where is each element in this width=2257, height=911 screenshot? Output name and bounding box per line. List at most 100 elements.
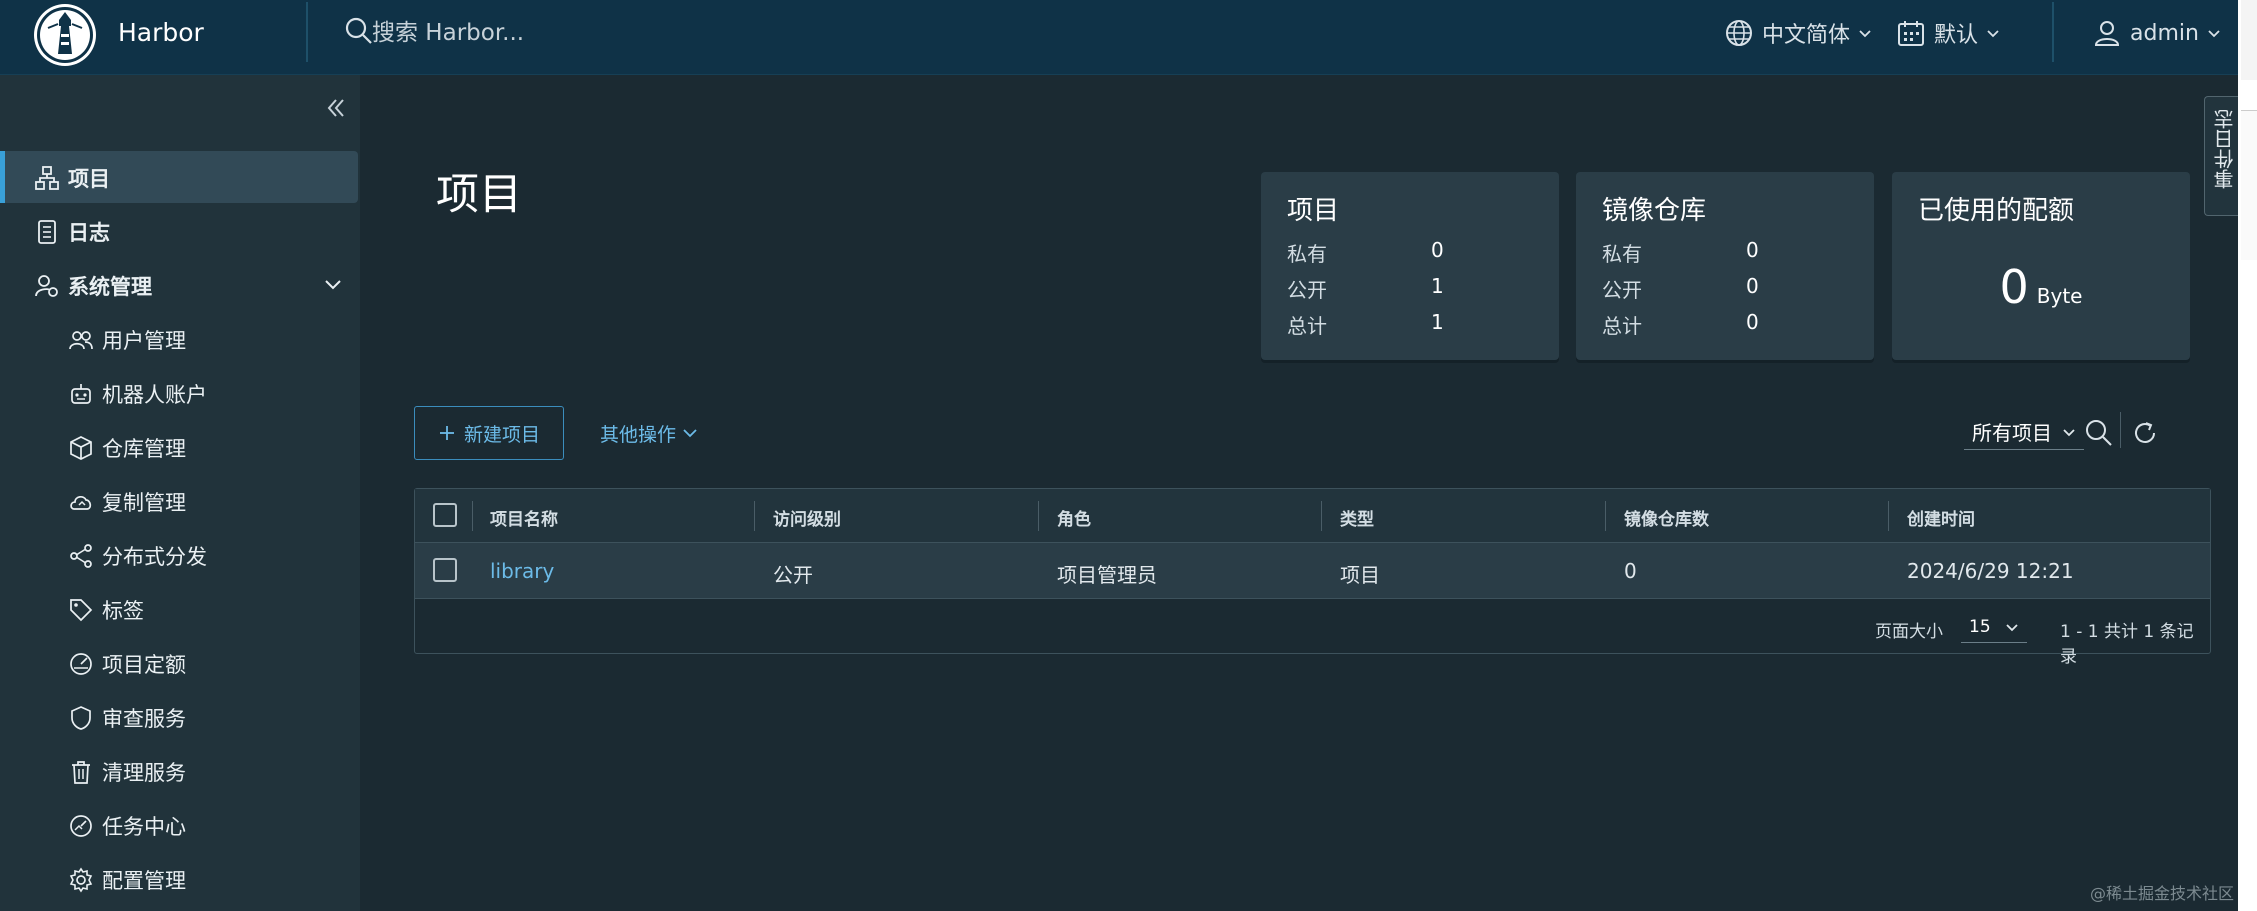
plus-icon [439, 426, 454, 440]
sidebar-item-label: 系统管理 [68, 275, 152, 299]
users-icon [69, 331, 93, 350]
search-icon[interactable] [2084, 418, 2114, 448]
card-title: 已使用的配额 [1918, 196, 2075, 226]
projects-summary-card: 项目 私有 0 公开 1 总计 1 [1261, 172, 1559, 360]
column-divider [1321, 501, 1322, 531]
event-log-tab[interactable]: 事件日志 [2204, 96, 2238, 216]
creation-time: 2024/6/29 12:21 [1907, 559, 2074, 583]
search-icon[interactable] [344, 16, 374, 46]
username-label: admin [2130, 20, 2199, 46]
sidebar-item-robot-accounts[interactable]: 机器人账户 [0, 367, 360, 419]
table-footer: 页面大小 15 1 - 1 共计 1 条记录 [415, 601, 2210, 668]
column-header-role[interactable]: 角色 [1057, 505, 1091, 530]
user-menu[interactable]: admin [2092, 14, 2221, 52]
theme-selector[interactable]: 默认 [1896, 14, 2000, 52]
column-header-access[interactable]: 访问级别 [773, 505, 841, 530]
column-header-type[interactable]: 类型 [1340, 505, 1374, 530]
repositories-summary-card: 镜像仓库 私有 0 公开 0 总计 0 [1576, 172, 1874, 360]
chevron-down-icon [1859, 30, 1871, 38]
sidebar-item-users[interactable]: 用户管理 [0, 313, 360, 365]
sidebar-item-quotas[interactable]: 项目定额 [0, 637, 360, 689]
public-label: 公开 [1287, 278, 1327, 302]
card-title: 镜像仓库 [1602, 196, 1707, 226]
sidebar-item-replications[interactable]: 复制管理 [0, 475, 360, 527]
sidebar-item-label: 复制管理 [102, 491, 186, 515]
projects-table: 项目名称 访问级别 角色 类型 镜像仓库数 创建时间 library 公开 项目… [414, 488, 2211, 668]
column-header-repo-count[interactable]: 镜像仓库数 [1624, 505, 1709, 530]
sidebar-item-label: 清理服务 [102, 761, 186, 785]
brand-name[interactable]: Harbor [118, 18, 204, 47]
share-icon [70, 544, 92, 568]
access-level: 公开 [773, 563, 813, 587]
calendar-icon [1898, 21, 1924, 46]
quota-summary-card: 已使用的配额 0 Byte [1892, 172, 2190, 360]
quota-value: 0 [1999, 260, 2029, 314]
repo-count: 0 [1624, 559, 1637, 583]
registry-icon [70, 436, 92, 460]
dashboard-icon [70, 815, 92, 837]
logs-icon [38, 220, 56, 244]
quota-icon [70, 653, 92, 675]
harbor-logo-icon[interactable] [34, 4, 96, 66]
page-size-value: 15 [1969, 616, 1991, 637]
column-header-name[interactable]: 项目名称 [490, 505, 558, 530]
sidebar-item-label: 项目 [68, 167, 110, 191]
gear-icon [69, 867, 93, 893]
sidebar-item-distribution[interactable]: 分布式分发 [0, 529, 360, 581]
sidebar-item-projects[interactable]: 项目 [0, 151, 358, 203]
chevron-down-icon [325, 280, 341, 290]
theme-label: 默认 [1934, 23, 1979, 48]
row-checkbox[interactable] [433, 558, 457, 582]
column-divider [1038, 501, 1039, 531]
project-name-link[interactable]: library [490, 559, 554, 583]
new-project-label: 新建项目 [463, 423, 540, 446]
admin-icon [35, 275, 58, 297]
private-label: 私有 [1602, 242, 1642, 266]
sidebar-item-label: 审查服务 [102, 707, 186, 731]
public-count: 0 [1746, 274, 1759, 298]
new-project-button[interactable]: 新建项目 [414, 406, 564, 460]
sidebar-item-logs[interactable]: 日志 [0, 205, 360, 257]
shield-icon [71, 706, 91, 730]
type: 项目 [1340, 563, 1380, 587]
total-label: 总计 [1287, 314, 1327, 338]
total-label: 总计 [1602, 314, 1642, 338]
tag-icon [70, 599, 93, 622]
sidebar-item-job-service[interactable]: 任务中心 [0, 799, 360, 851]
top-header: Harbor 中文简体 [0, 0, 2238, 75]
sidebar-item-system-admin[interactable]: 系统管理 [0, 259, 360, 311]
chevron-down-icon [2063, 428, 2075, 436]
header-divider [2052, 2, 2054, 62]
column-header-created[interactable]: 创建时间 [1907, 505, 1975, 530]
watermark: @稀土掘金技术社区 [2090, 884, 2235, 903]
sidebar-item-clean-up[interactable]: 清理服务 [0, 745, 360, 797]
app-window: Harbor 中文简体 [0, 0, 2238, 911]
sidebar-item-label: 项目定额 [102, 653, 186, 677]
language-label: 中文简体 [1762, 23, 1851, 48]
sidebar-item-registries[interactable]: 仓库管理 [0, 421, 360, 473]
refresh-icon[interactable] [2130, 418, 2160, 448]
sidebar-item-labels[interactable]: 标签 [0, 583, 360, 635]
sidebar-item-interrogation[interactable]: 审查服务 [0, 691, 360, 743]
sidebar-item-label: 分布式分发 [102, 545, 207, 569]
project-filter-select[interactable]: 所有项目 [1964, 414, 2084, 450]
sidebar-item-label: 标签 [102, 599, 144, 623]
sidebar-item-label: 机器人账户 [102, 383, 207, 407]
column-divider [754, 501, 755, 531]
page-size-select[interactable]: 15 [1961, 611, 2027, 643]
column-divider [1888, 501, 1889, 531]
chevron-down-icon [683, 429, 697, 438]
other-actions-dropdown[interactable]: 其他操作 [600, 418, 698, 448]
globe-icon [1726, 20, 1752, 46]
sidebar-item-label: 用户管理 [102, 329, 186, 353]
select-all-checkbox[interactable] [433, 503, 457, 527]
quota-unit: Byte [2036, 284, 2083, 308]
sidebar-item-configuration[interactable]: 配置管理 [0, 853, 360, 905]
private-count: 0 [1746, 238, 1759, 262]
event-log-label: 事件日志 [2213, 109, 2237, 189]
table-row[interactable]: library 公开 项目管理员 项目 0 2024/6/29 12:21 [415, 543, 2210, 599]
header-divider [306, 2, 308, 62]
language-selector[interactable]: 中文简体 [1724, 14, 1872, 52]
global-search-input[interactable] [372, 14, 1012, 52]
collapse-sidebar-icon[interactable] [320, 93, 350, 123]
